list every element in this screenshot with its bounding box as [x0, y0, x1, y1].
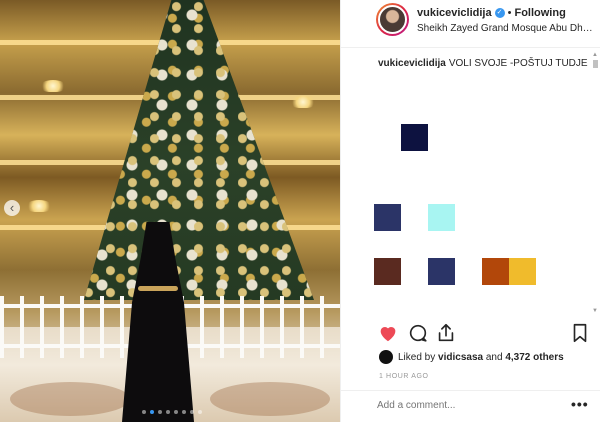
speech-bubble-icon[interactable]	[407, 322, 429, 344]
username-row: vukiceviclidija ✓ • Following	[379, 7, 566, 19]
carousel-dot	[190, 410, 194, 414]
post-side-panel: vukiceviclidija ✓ • Following Sheikh Zay…	[340, 0, 600, 422]
separator-dot: •	[507, 7, 512, 19]
liked-by-prefix: Liked by	[398, 351, 436, 363]
share-icon[interactable]	[435, 322, 457, 344]
carousel-prev-button[interactable]: ‹	[4, 200, 20, 216]
emoji-square-yellow	[509, 258, 536, 285]
floor-rug	[10, 382, 130, 416]
location-link[interactable]: Sheikh Zayed Grand Mosque Abu Dhabi, U..…	[417, 23, 597, 34]
post-header: vukiceviclidija ✓ • Following Sheikh Zay…	[341, 0, 600, 48]
post-actions	[341, 318, 600, 348]
emoji-square-slate	[428, 258, 455, 285]
chandelier	[26, 200, 52, 212]
emoji-square-orange	[482, 258, 509, 285]
floor-rug	[210, 382, 330, 416]
following-button[interactable]: Following	[514, 7, 565, 19]
scroll-down-arrow[interactable]: ▼	[592, 308, 598, 314]
carousel-dot	[182, 410, 186, 414]
carousel-dot	[174, 410, 178, 414]
comment-input[interactable]	[377, 400, 557, 411]
verified-badge-icon: ✓	[494, 8, 505, 18]
liked-by-and: and	[485, 351, 503, 363]
post-timestamp[interactable]: 1 HOUR AGO	[379, 373, 429, 380]
emoji-square-navy	[401, 124, 428, 151]
likes-count-link[interactable]: 4,372 others	[505, 352, 563, 363]
emoji-square-brown	[374, 258, 401, 285]
christmas-tree	[84, 0, 314, 300]
chandelier	[290, 96, 316, 108]
carousel-dots	[142, 410, 202, 414]
scroll-thumb[interactable]	[592, 60, 598, 68]
carousel-dot	[142, 410, 146, 414]
caption: vukiceviclidija VOLI SVOJE -POŠTUJ TUDJE	[378, 58, 588, 69]
username-link[interactable]: vukiceviclidija	[417, 7, 492, 19]
emoji-square-cyan	[428, 204, 455, 231]
carousel-dot	[158, 410, 162, 414]
more-options-icon[interactable]: •••	[571, 396, 589, 412]
liker-username[interactable]: vidicsasa	[438, 352, 483, 363]
bookmark-icon[interactable]	[569, 322, 591, 344]
carousel-dot	[150, 410, 154, 414]
emoji-square-slate	[374, 204, 401, 231]
liker-avatar[interactable]	[379, 350, 393, 364]
scroll-up-arrow[interactable]: ▲	[592, 52, 598, 58]
caption-username[interactable]: vukiceviclidija	[378, 58, 446, 69]
comments-scrollbar[interactable]: ▲ ▼	[592, 52, 598, 314]
heart-icon[interactable]	[377, 322, 399, 344]
caption-text: VOLI SVOJE -POŠTUJ TUDJE	[448, 58, 588, 69]
carousel-dot	[198, 410, 202, 414]
likes-row: Liked by vidicsasa and 4,372 others	[379, 350, 564, 364]
comment-bar: •••	[341, 390, 600, 422]
chandelier	[40, 80, 66, 92]
belt	[138, 286, 178, 291]
carousel-dot	[166, 410, 170, 414]
post-photo[interactable]: ‹	[0, 0, 340, 422]
